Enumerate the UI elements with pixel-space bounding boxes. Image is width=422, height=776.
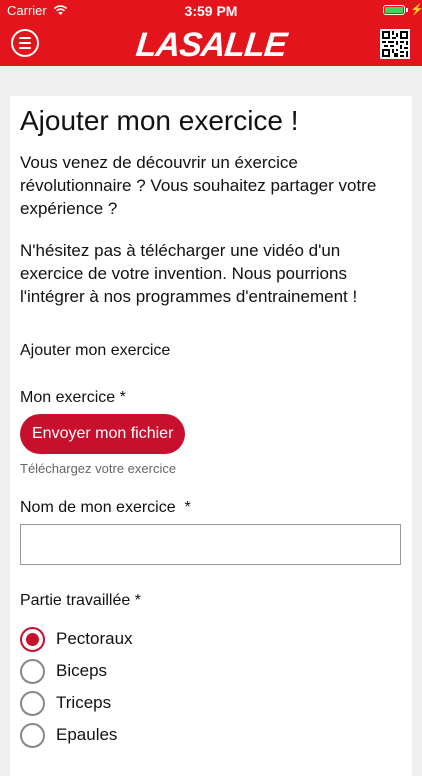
exercise-name-label: Nom de mon exercice *	[20, 499, 191, 516]
radio-label: Biceps	[56, 661, 108, 680]
exercise-form-card: Ajouter mon exercice ! Vous venez de déc…	[10, 96, 412, 776]
radio-button[interactable]	[20, 690, 45, 716]
radio-label: Pectoraux	[56, 629, 133, 648]
radio-option-biceps[interactable]: Biceps	[20, 658, 107, 684]
app-bar: LASALLE	[0, 22, 422, 66]
radio-label: Epaules	[56, 725, 118, 744]
radio-button-checked[interactable]	[20, 626, 45, 652]
radio-button[interactable]	[20, 722, 45, 748]
radio-option-triceps[interactable]: Triceps	[20, 690, 111, 716]
radio-option-epaules[interactable]: Epaules	[20, 722, 117, 748]
body-part-label: Partie travaillée *	[20, 592, 141, 609]
clock: 3:59 PM	[184, 3, 238, 19]
radio-option-pectoraux[interactable]: Pectoraux	[20, 626, 133, 652]
upload-file-button[interactable]: Envoyer mon fichier	[20, 414, 186, 454]
app-logo: LASALLE	[134, 26, 288, 64]
radio-button[interactable]	[20, 658, 45, 684]
charging-icon: ⚡	[410, 4, 422, 16]
status-bar: Carrier 3:59 PM ⚡	[0, 0, 422, 22]
qr-code-icon[interactable]	[380, 29, 410, 59]
page-title: Ajouter mon exercice !	[20, 105, 299, 136]
upload-help-text: Téléchargez votre exercice	[20, 461, 177, 476]
battery-nub	[406, 8, 408, 12]
battery-icon	[383, 5, 405, 15]
intro-text: Vous venez de découvrir un éxercice révo…	[20, 153, 377, 218]
exercise-field-label: Mon exercice *	[20, 389, 126, 406]
exercise-name-input[interactable]	[20, 524, 401, 565]
intro-text-2: N'hésitez pas à télécharger une vidéo d'…	[20, 241, 358, 306]
section-label: Ajouter mon exercice	[20, 342, 171, 359]
radio-label: Triceps	[56, 693, 112, 712]
